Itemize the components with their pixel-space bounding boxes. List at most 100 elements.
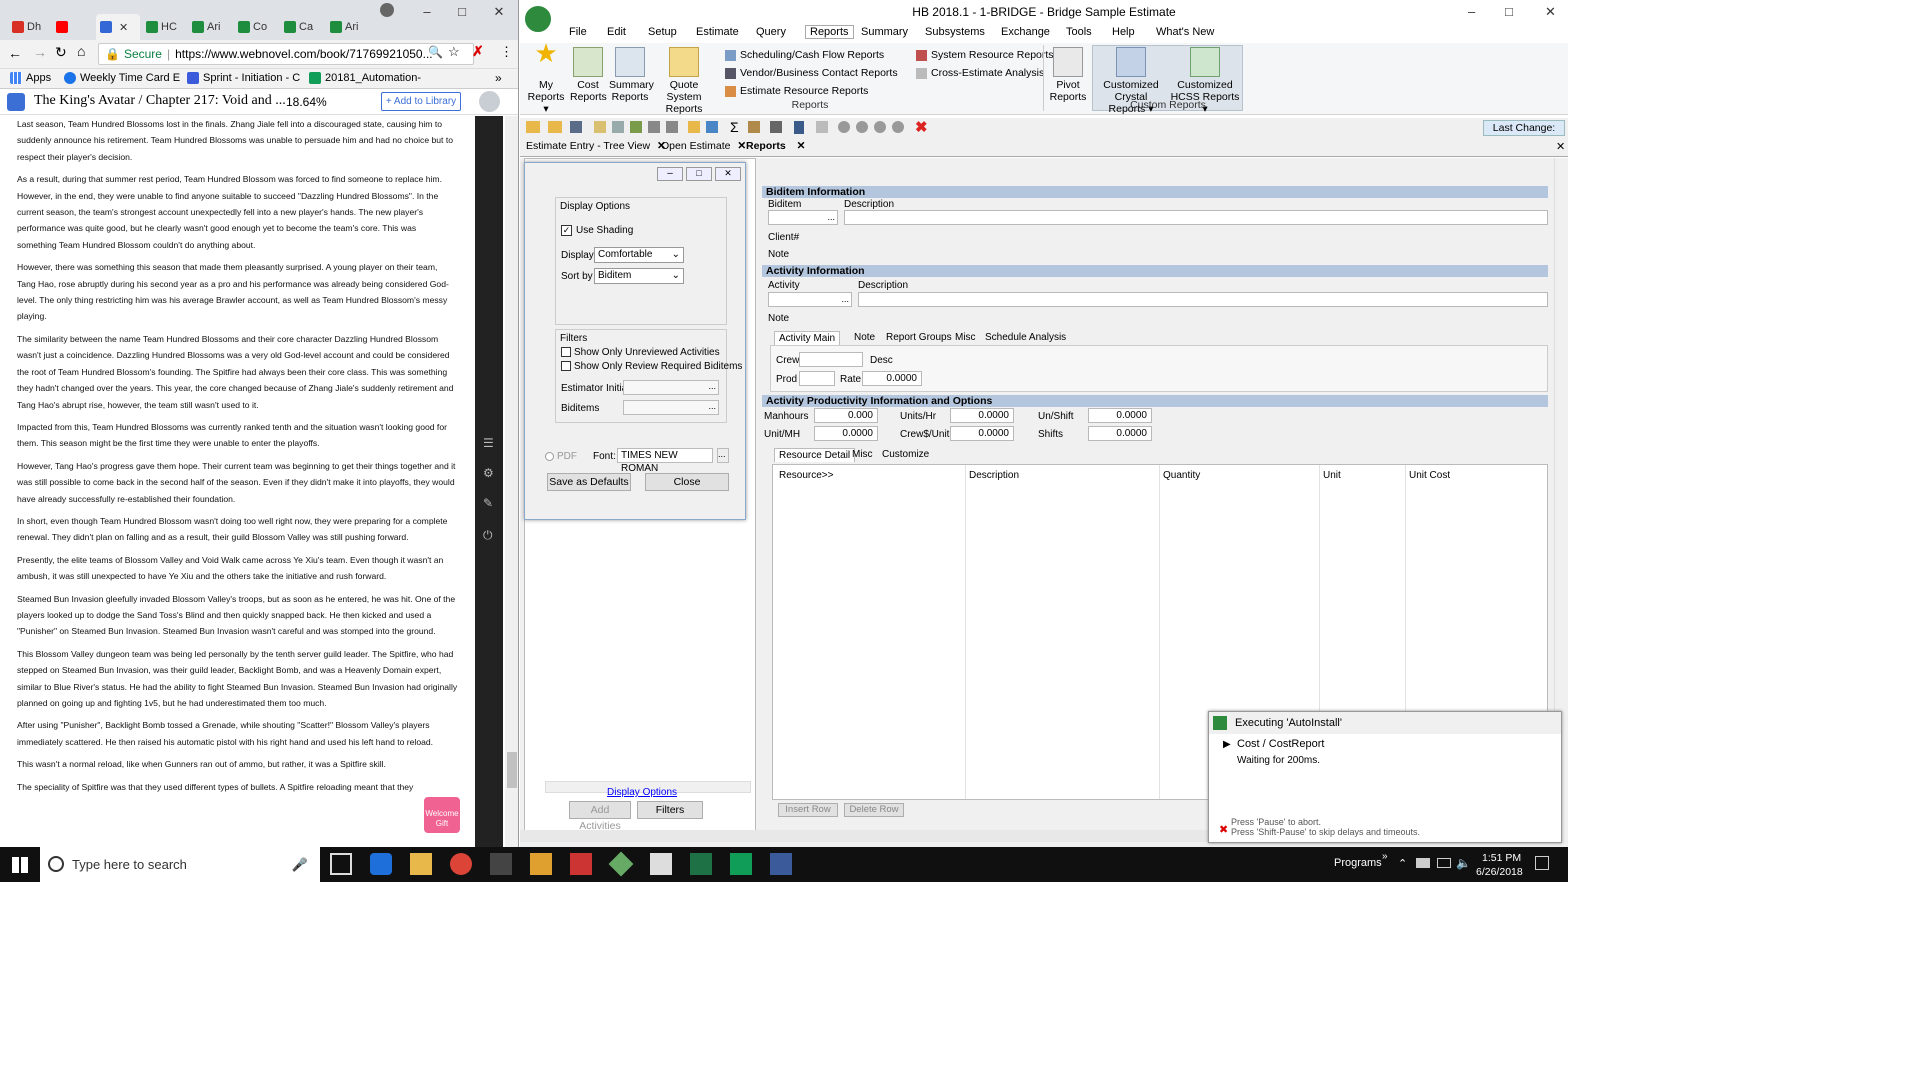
reload-icon[interactable]: ↻: [55, 44, 67, 61]
power-icon[interactable]: ⏻: [483, 528, 493, 543]
biditems-field[interactable]: ...: [623, 400, 719, 415]
rate-field[interactable]: 0.0000: [862, 371, 922, 386]
back-icon[interactable]: ←: [8, 45, 22, 61]
menu-edit[interactable]: Edit: [607, 26, 626, 38]
tab-note[interactable]: Note: [854, 332, 875, 343]
estimate-resource-reports-item[interactable]: Estimate Resource Reports: [725, 85, 868, 97]
network-icon[interactable]: [1437, 858, 1451, 868]
grid-column-header[interactable]: Quantity: [1163, 470, 1200, 481]
welcome-gift-badge[interactable]: Welcome Gift: [424, 797, 460, 833]
menu-exchange[interactable]: Exchange: [1001, 26, 1050, 38]
minimize-icon[interactable]: –: [1468, 0, 1475, 24]
font-field[interactable]: TIMES NEW ROMAN: [617, 448, 713, 474]
add-to-library-button[interactable]: + Add to Library: [381, 92, 461, 111]
browser-tab[interactable]: Dh: [8, 14, 52, 40]
nav-first-icon[interactable]: [838, 121, 850, 133]
task-view-icon[interactable]: [330, 853, 352, 875]
tray-chevron-icon[interactable]: ⌃: [1398, 857, 1407, 870]
ellipsis-icon[interactable]: ...: [841, 293, 849, 306]
quote-system-reports-button[interactable]: Quote System Reports: [654, 47, 714, 115]
browser-tab[interactable]: [52, 14, 96, 40]
tab-reports[interactable]: Reports ✕: [746, 140, 805, 152]
grid-column-header[interactable]: Description: [969, 470, 1019, 481]
cancel-icon[interactable]: ✖: [915, 118, 928, 136]
tab-schedule-analysis[interactable]: Schedule Analysis: [985, 332, 1066, 343]
scroll-thumb[interactable]: [507, 752, 517, 788]
expand-programs-icon[interactable]: »: [1382, 851, 1388, 862]
nav-next-icon[interactable]: [874, 121, 886, 133]
close-button[interactable]: Close: [645, 473, 729, 491]
edit-icon[interactable]: [594, 121, 606, 133]
dialog-restore-icon[interactable]: □: [686, 167, 712, 181]
tree-icon[interactable]: [816, 121, 828, 133]
clock-time[interactable]: 1:51 PM: [1482, 852, 1521, 864]
browser-tab[interactable]: HC: [142, 14, 186, 40]
insert-row-button[interactable]: Insert Row: [778, 803, 838, 817]
unreviewed-checkbox[interactable]: [561, 347, 571, 357]
activity-field[interactable]: ...: [768, 292, 852, 307]
url-omnibox[interactable]: 🔒 Secure | https://www.webnovel.com/book…: [98, 43, 474, 65]
workspace-hscrollbar[interactable]: [520, 830, 1210, 842]
menu-reports[interactable]: Reports: [805, 25, 854, 39]
cost-reports-button[interactable]: Cost Reports: [570, 47, 607, 103]
taskbar-search-box[interactable]: Type here to search 🎤: [40, 847, 320, 882]
biditem-desc-field[interactable]: [844, 210, 1548, 225]
review-required-checkbox[interactable]: [561, 361, 571, 371]
bookmark-automation[interactable]: 20181_Automation-: [309, 72, 421, 84]
tab-resource-misc[interactable]: Misc: [852, 449, 873, 460]
menu-estimate[interactable]: Estimate: [696, 26, 739, 38]
search-icon[interactable]: 🔍: [428, 45, 443, 59]
more-bookmarks-icon[interactable]: »: [495, 71, 502, 85]
filters-button[interactable]: Filters: [637, 801, 703, 819]
tab-customize[interactable]: Customize: [882, 449, 929, 460]
close-tab-icon[interactable]: ✕: [737, 140, 746, 152]
vendor-reports-item[interactable]: Vendor/Business Contact Reports: [725, 67, 898, 79]
settings-gear-icon[interactable]: ⚙: [483, 466, 494, 480]
excel-icon[interactable]: [690, 853, 712, 875]
browser-tab[interactable]: Ari: [188, 14, 232, 40]
prod-value-field[interactable]: 0.0000: [1088, 426, 1152, 441]
my-reports-button[interactable]: ★ My Reports ▾: [526, 40, 566, 115]
home-icon[interactable]: ⌂: [77, 43, 85, 59]
add-activities-button[interactable]: Add Activities: [569, 801, 631, 832]
extension-icon[interactable]: ✗: [472, 43, 484, 60]
windows-start-icon[interactable]: [12, 857, 28, 873]
menu-help[interactable]: Help: [1112, 26, 1135, 38]
sort-select[interactable]: Biditem ⌄: [594, 268, 684, 284]
open-folder-icon[interactable]: [526, 121, 540, 133]
scheduling-reports-item[interactable]: Scheduling/Cash Flow Reports: [725, 49, 884, 61]
save-icon[interactable]: [570, 121, 582, 133]
menu-what-s-new[interactable]: What's New: [1156, 26, 1214, 38]
minimize-icon[interactable]: –: [412, 4, 442, 20]
programs-label[interactable]: Programs: [1334, 857, 1382, 869]
sticky-notes-icon[interactable]: [490, 853, 512, 875]
ellipsis-icon[interactable]: ...: [708, 381, 716, 391]
sheets-icon[interactable]: [730, 853, 752, 875]
prod-value-field[interactable]: 0.000: [814, 408, 878, 423]
close-all-icon[interactable]: ✕: [1556, 140, 1565, 153]
prod-value-field[interactable]: 0.0000: [950, 408, 1014, 423]
menu-file[interactable]: File: [569, 26, 587, 38]
browser-tab[interactable]: Ari: [326, 14, 370, 40]
bookmark-sprint[interactable]: Sprint - Initiation - C: [187, 72, 300, 84]
close-icon[interactable]: ✕: [484, 4, 514, 20]
tab-activity-main[interactable]: Activity Main: [774, 331, 841, 345]
tab-report-groups[interactable]: Report Groups: [886, 332, 952, 343]
copy-icon[interactable]: [612, 121, 624, 133]
toc-icon[interactable]: ☰: [483, 436, 494, 450]
comment-icon[interactable]: ✎: [483, 496, 493, 510]
calculator-icon[interactable]: [650, 853, 672, 875]
chrome-icon[interactable]: [450, 853, 472, 875]
cross-estimate-analysis-item[interactable]: Cross-Estimate Analysis: [916, 67, 1044, 79]
system-resource-reports-item[interactable]: System Resource Reports: [916, 49, 1054, 61]
browser-tab[interactable]: Ca: [280, 14, 324, 40]
bookmark-weekly-time-card[interactable]: Weekly Time Card E: [64, 72, 180, 84]
microphone-icon[interactable]: 🎤: [292, 847, 308, 882]
activity-desc-field[interactable]: [858, 292, 1548, 307]
grid-column-header[interactable]: Resource>>: [779, 470, 833, 481]
nav-prev-icon[interactable]: [856, 121, 868, 133]
volume-icon[interactable]: 🔈: [1456, 856, 1471, 870]
nav-last-icon[interactable]: [892, 121, 904, 133]
wrench-icon[interactable]: [666, 121, 678, 133]
action-center-icon[interactable]: [1535, 856, 1549, 870]
